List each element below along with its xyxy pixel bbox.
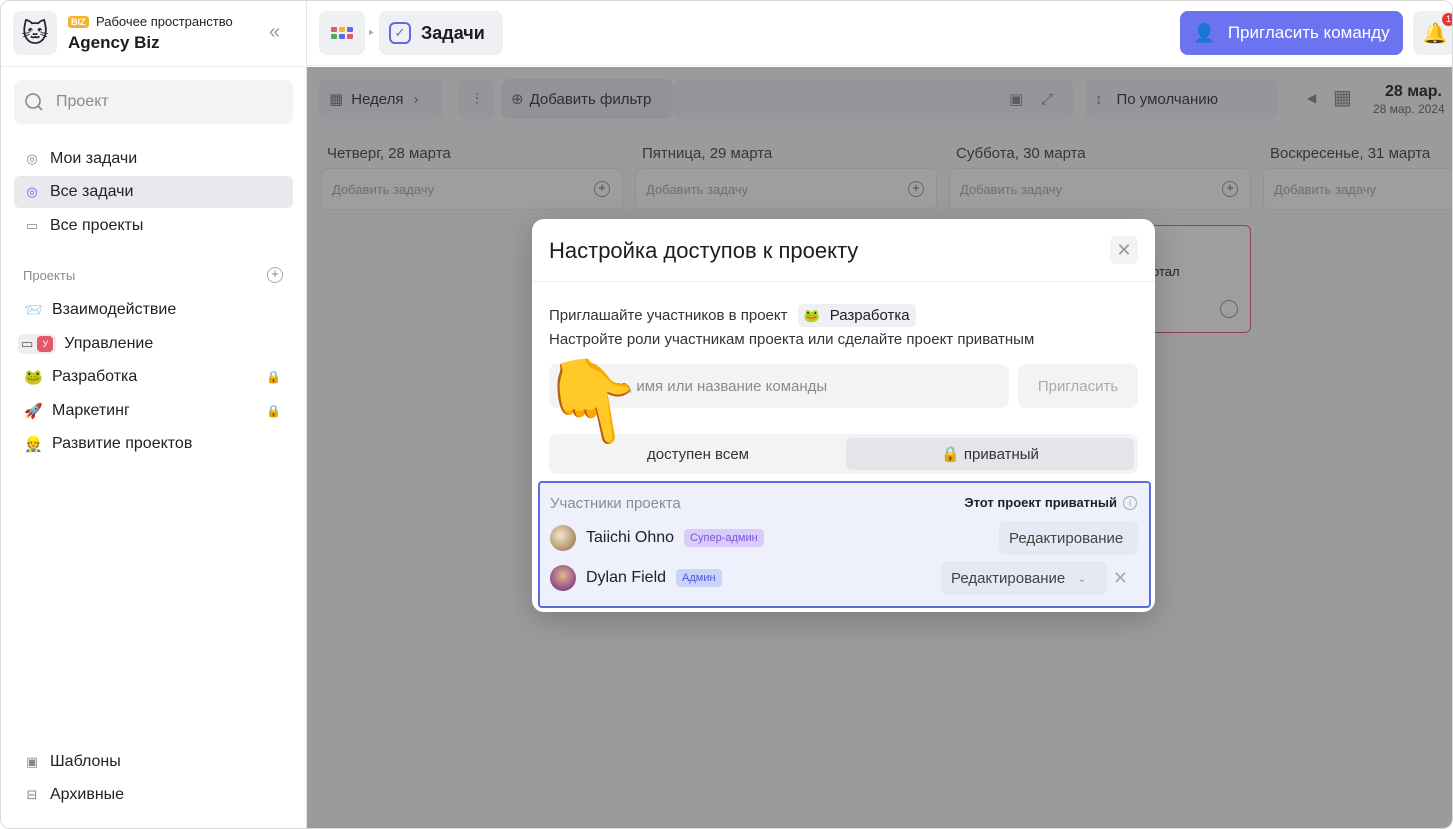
- invite-description: Приглашайте участников в проект 🐸 Разраб…: [549, 304, 916, 327]
- lock-icon: 🔒: [266, 370, 281, 384]
- avatar: [550, 565, 576, 591]
- permission-label: Редактирование: [951, 569, 1066, 587]
- workspace-subtitle: Рабочее пространство: [96, 14, 233, 29]
- check-circle-icon: ◎: [26, 184, 38, 199]
- nav-label: Все задачи: [50, 183, 134, 200]
- invite-text: Приглашайте участников в проект: [549, 307, 788, 324]
- workspace-name: Agency Biz: [68, 33, 160, 52]
- worker-icon: 👷: [24, 436, 43, 453]
- archive-icon: ⊟: [26, 787, 38, 802]
- rocket-icon: 🚀: [24, 403, 43, 420]
- divider: [1, 66, 307, 67]
- close-icon: ✕: [1116, 239, 1132, 260]
- nav-my-tasks[interactable]: ◎ Мои задачи: [14, 143, 293, 175]
- lock-icon: 🔒: [266, 404, 281, 418]
- grid-icon: [331, 27, 353, 39]
- project-chip-label: Разработка: [829, 307, 910, 324]
- add-project-icon[interactable]: +: [267, 267, 283, 283]
- nav-all-tasks[interactable]: ◎ Все задачи: [14, 176, 293, 208]
- modal-title: Настройка доступов к проекту: [549, 238, 859, 263]
- project-members-panel: Участники проекта Этот проект приватный …: [538, 481, 1151, 608]
- role-badge: Админ: [676, 569, 722, 587]
- add-user-icon: 👤: [1193, 22, 1216, 43]
- nav-label: Мои задачи: [50, 150, 138, 167]
- nav-all-projects[interactable]: ▭ Все проекты: [14, 210, 293, 242]
- close-modal-button[interactable]: ✕: [1110, 236, 1138, 264]
- project-label: Маркетинг: [52, 402, 130, 419]
- notifications-button[interactable]: 🔔 1: [1413, 11, 1452, 55]
- nav-archive[interactable]: ⊟ Архивные: [14, 779, 293, 811]
- topbar: ▸ ✓ Задачи 👤 Пригласить команду 🔔 1: [307, 1, 1452, 66]
- project-tag: У: [37, 336, 54, 352]
- invite-team-button[interactable]: 👤 Пригласить команду: [1180, 11, 1403, 55]
- private-note: Этот проект приватный i: [964, 495, 1137, 510]
- envelope-icon: 📨: [24, 302, 43, 319]
- workspace-logo-icon: 🐱: [13, 11, 57, 55]
- pointing-hand-icon: 👇: [533, 345, 653, 457]
- chevron-right-icon: ▸: [369, 27, 375, 38]
- project-label: Разработка: [52, 368, 138, 385]
- frog-icon: 🐸: [803, 307, 820, 323]
- member-row: Dylan Field Админ Редактирование ⌄ ✕: [550, 560, 1140, 596]
- check-circle-icon: ◎: [26, 151, 38, 166]
- project-label: Взаимодействие: [52, 301, 177, 318]
- divider: [532, 281, 1155, 282]
- member-name: Dylan Field: [586, 569, 667, 586]
- nav-label: Архивные: [50, 786, 125, 803]
- remove-member-icon[interactable]: ✕: [1113, 568, 1128, 589]
- visibility-private-option[interactable]: 🔒 приватный: [846, 438, 1134, 470]
- members-title: Участники проекта: [550, 495, 681, 512]
- apps-grid-button[interactable]: [319, 11, 365, 55]
- sidebar-project-growth[interactable]: 👷 Развитие проектов: [14, 428, 293, 460]
- sidebar-project-development[interactable]: 🐸 Разработка 🔒: [14, 361, 293, 393]
- search-icon: [25, 93, 43, 111]
- notification-count: 1: [1442, 13, 1452, 26]
- nav-label: Шаблоны: [50, 753, 121, 770]
- collapse-sidebar-icon[interactable]: «: [269, 21, 280, 44]
- nav-templates[interactable]: ▣ Шаблоны: [14, 746, 293, 778]
- app-window: 🐱 BIZ Рабочее пространство Agency Biz « …: [0, 0, 1453, 829]
- templates-icon: ▣: [25, 754, 39, 769]
- workspace-header[interactable]: 🐱 BIZ Рабочее пространство Agency Biz «: [13, 11, 295, 57]
- sidebar: 🐱 BIZ Рабочее пространство Agency Biz « …: [1, 1, 307, 828]
- permission-dropdown[interactable]: Редактирование ⌄: [941, 561, 1107, 595]
- workspace-badge: BIZ: [68, 16, 89, 28]
- avatar: [550, 525, 576, 551]
- sidebar-project-marketing[interactable]: 🚀 Маркетинг 🔒: [14, 395, 293, 427]
- project-label: Управление: [64, 335, 154, 352]
- projects-heading: Проекты: [23, 268, 76, 283]
- chevron-down-icon: ⌄: [1077, 572, 1087, 585]
- invite-team-label: Пригласить команду: [1227, 23, 1390, 42]
- folder-icon: ▭: [25, 218, 39, 233]
- sidebar-project-interaction[interactable]: 📨 Взаимодействие: [14, 294, 293, 326]
- frog-icon: 🐸: [24, 369, 43, 386]
- horizontal-scrollbar[interactable]: [307, 823, 1169, 828]
- permission-selector[interactable]: Редактирование: [999, 521, 1138, 555]
- sidebar-search[interactable]: [14, 80, 293, 124]
- role-badge: Супер-админ: [684, 529, 764, 547]
- breadcrumb[interactable]: ✓ Задачи: [379, 11, 503, 55]
- folder-tag: ▭ У: [18, 334, 57, 354]
- project-label: Развитие проектов: [52, 435, 193, 452]
- sidebar-project-management[interactable]: ▭ У Управление: [14, 328, 293, 360]
- roles-hint: Настройте роли участникам проекта или сд…: [549, 331, 1035, 348]
- private-note-label: Этот проект приватный: [964, 495, 1117, 510]
- project-chip: 🐸 Разработка: [797, 304, 916, 327]
- check-square-icon: ✓: [389, 22, 411, 44]
- info-icon[interactable]: i: [1123, 495, 1137, 510]
- search-input[interactable]: [56, 93, 276, 111]
- member-name: Taiichi Ohno: [586, 529, 675, 546]
- member-row: Taiichi Ohno Супер-админ Редактирование: [550, 520, 1140, 556]
- invite-submit-button[interactable]: Пригласить: [1018, 364, 1138, 408]
- folder-icon: ▭: [21, 336, 34, 351]
- breadcrumb-label: Задачи: [421, 22, 485, 43]
- nav-label: Все проекты: [50, 217, 144, 234]
